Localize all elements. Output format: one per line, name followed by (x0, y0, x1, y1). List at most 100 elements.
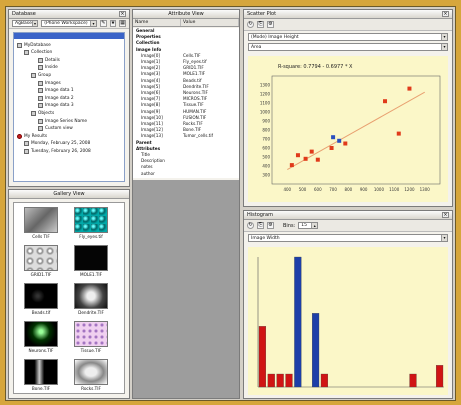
database-panel: Database × AgBase ▾ (Phone Workspace) ▾ ✎ … (8, 9, 130, 187)
tree-item[interactable]: Image data 2 (38, 95, 74, 101)
x-tick-label: 500 (299, 187, 307, 192)
attribute-row[interactable]: Properties (133, 34, 239, 40)
scatter-point (303, 156, 308, 161)
node-icon (38, 65, 43, 71)
attribute-row[interactable]: Image[9] HUMAN.TIF (133, 109, 239, 115)
tree-item[interactable]: Images (38, 80, 61, 86)
refresh-icon[interactable]: ↻ (247, 21, 254, 28)
attribute-name: Image[5] (141, 83, 161, 89)
gallery-grid: Cells TIF Fly_eyes.tif GRID1.TIF MOLE1.TIF B… (13, 202, 125, 394)
tree-item-label: Monday, February 25, 2008 (31, 141, 91, 147)
chart-title: R-square: 0.7794 - 0.6977 * X (278, 64, 353, 70)
copy-icon[interactable]: ⎘ (257, 222, 264, 229)
tree-item[interactable]: Details (38, 57, 60, 63)
attribute-row[interactable]: Image[12] Bone.TIF (133, 127, 239, 133)
gallery-thumbnail[interactable]: Fly_eyes.tif (72, 207, 110, 239)
histogram-plot-area (248, 247, 448, 395)
close-icon[interactable]: × (442, 212, 449, 218)
value-column-header[interactable]: Value (181, 19, 239, 26)
attribute-row[interactable]: Image[1] Fly_eyes.tif (133, 59, 239, 65)
thumbnail-image (24, 283, 58, 309)
tree-item[interactable]: Image data 3 (38, 103, 74, 109)
gallery-thumbnail[interactable]: Bone.TIF (22, 359, 60, 391)
tree-item-label: Images (45, 80, 61, 86)
attribute-value: Dendrite.TIF (183, 83, 209, 89)
workspace-select-value: (Phone Workspace) (44, 21, 88, 26)
plot-frame (271, 75, 441, 185)
tree-item[interactable]: Group (31, 72, 51, 78)
tree-item[interactable]: Monday, February 25, 2008 (24, 141, 90, 147)
attribute-value: Neurons.TIF (183, 90, 208, 95)
bins-input[interactable]: 15 ▴ (298, 222, 319, 229)
attribute-name: Properties (136, 34, 161, 40)
attribute-row[interactable]: Image[6] Neurons.TIF (133, 90, 239, 96)
attribute-row[interactable]: Image[11] Rocks.TIF (133, 121, 239, 127)
attribute-row[interactable]: Attributes (133, 146, 239, 152)
thumbnail-image (74, 245, 108, 271)
node-icon (31, 72, 36, 78)
gallery-thumbnail[interactable]: Cells TIF (22, 207, 60, 239)
attribute-row[interactable]: Image[0] Cells.TIF (133, 53, 239, 59)
gallery-title: Gallery View (53, 191, 85, 197)
tree-item[interactable]: MyDatabase (17, 42, 51, 48)
star-icon[interactable]: ★ (109, 20, 117, 27)
attribute-row[interactable]: Description (133, 158, 239, 164)
refresh-icon[interactable]: ↻ (247, 222, 254, 229)
attribute-row[interactable]: Collection (133, 40, 239, 46)
tree-item[interactable]: Tuesday, February 26, 2008 (24, 148, 91, 154)
tree-item[interactable]: Image Series Name (38, 118, 87, 124)
close-icon[interactable]: × (442, 11, 449, 17)
gallery-thumbnail[interactable]: Rocks.TIF (72, 359, 110, 391)
gallery-thumbnail[interactable]: Beads.tif (22, 283, 60, 315)
gallery-thumbnail[interactable]: Neurons.TIF (22, 321, 60, 353)
attribute-row[interactable]: Image[13] Tumor_cells.tif (133, 133, 239, 139)
node-icon (17, 42, 22, 48)
attribute-row[interactable]: Image[8] Tissue.TIF (133, 102, 239, 108)
attribute-row[interactable]: Title (133, 152, 239, 158)
database-select[interactable]: AgBase ▾ (12, 20, 39, 27)
tree-item[interactable]: My Results (17, 133, 47, 139)
tree-item[interactable]: Inside (38, 65, 58, 71)
gallery-thumbnail[interactable]: Dendrite.TIF (72, 283, 110, 315)
x-axis-select[interactable]: (Mode) Image Height ▾ (248, 33, 448, 41)
histogram-attribute-value: Image Width (251, 235, 280, 241)
attribute-row[interactable]: notes (133, 164, 239, 170)
attribute-row[interactable]: Parent (133, 140, 239, 146)
histogram-attribute-select[interactable]: Image Width ▾ (248, 234, 448, 242)
y-axis-select[interactable]: Area ▾ (248, 43, 448, 51)
attribute-row[interactable]: Image Info (133, 47, 239, 53)
attribute-value: Tissue.TIF (183, 102, 204, 108)
tree-item[interactable]: Collection (24, 50, 52, 56)
gallery-thumbnail[interactable]: MOLE1.TIF (72, 245, 110, 277)
attribute-row[interactable]: Image[3] MOLE1.TIF (133, 71, 239, 77)
attribute-row[interactable]: Image[4] Beads.tif (133, 78, 239, 84)
pin-icon[interactable]: ✎ (100, 20, 107, 27)
histogram-bar (311, 313, 320, 388)
scatter-point (329, 146, 334, 150)
name-column-header[interactable]: Name (133, 19, 181, 26)
gallery-thumbnail[interactable]: GRID1.TIF (22, 245, 60, 277)
gallery-thumbnail[interactable]: Tissue.TIF (72, 321, 110, 353)
tree-item[interactable]: Custom view (38, 126, 73, 132)
grid-icon[interactable]: ▦ (119, 20, 126, 27)
tree-item-label: My Results (24, 133, 48, 139)
attribute-empty-area (133, 180, 239, 398)
attribute-row[interactable]: Image[7] MICROS.TIF (133, 96, 239, 102)
copy-icon[interactable]: ⎘ (257, 21, 264, 28)
settings-icon[interactable]: ⚙ (267, 21, 274, 28)
attribute-value: Fly_eyes.tif (183, 59, 207, 64)
attribute-row[interactable]: author (133, 171, 239, 177)
attribute-row[interactable]: General (133, 28, 239, 34)
workspace-select[interactable]: (Phone Workspace) ▾ (41, 20, 98, 27)
tree-item[interactable]: Image data 1 (38, 88, 74, 94)
database-select-value: AgBase (15, 21, 32, 26)
node-icon (31, 110, 36, 116)
y-tick-label: 900 (262, 119, 270, 124)
attribute-row[interactable]: Image[10] FUSION.TIF (133, 115, 239, 121)
tree-item[interactable]: Objects (31, 110, 54, 116)
attribute-row[interactable]: Image[5] Dendrite.TIF (133, 84, 239, 90)
attribute-name: Image[6] (141, 90, 161, 95)
close-icon[interactable]: × (119, 11, 126, 17)
settings-icon[interactable]: ⚙ (267, 222, 274, 229)
attribute-row[interactable]: Image[2] GRID1.TIF (133, 65, 239, 71)
